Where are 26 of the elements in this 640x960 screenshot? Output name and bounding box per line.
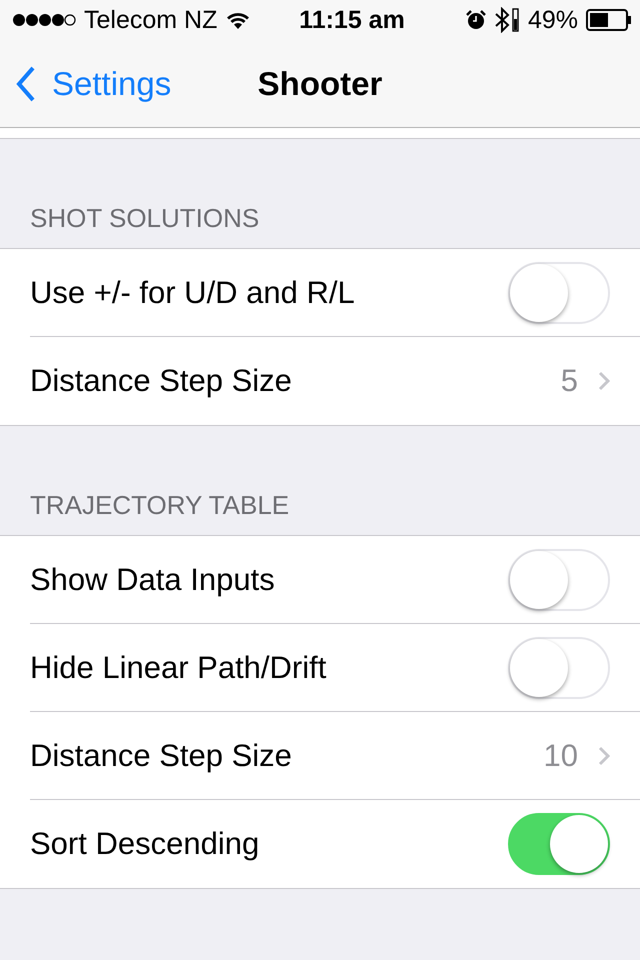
clock-time: 11:15 am: [299, 6, 405, 34]
setting-value: 5: [560, 363, 578, 399]
setting-label: Distance Step Size: [30, 363, 293, 399]
toggle-switch[interactable]: [508, 813, 610, 875]
back-button[interactable]: Settings: [0, 54, 172, 114]
battery-percent: 49%: [528, 6, 578, 34]
setting-label: Distance Step Size: [30, 738, 293, 774]
chevron-icon: [598, 746, 610, 766]
alarm-icon: [466, 10, 486, 30]
setting-value: 10: [544, 738, 578, 774]
setting-label: Hide Linear Path/Drift: [30, 650, 328, 686]
section-header: TRAJECTORY TABLE: [30, 490, 290, 521]
chevron-icon: [598, 371, 610, 391]
settings-row[interactable]: Distance Step Size 5: [30, 337, 640, 425]
section-header: SHOT SOLUTIONS: [30, 203, 260, 234]
battery-icon: [586, 9, 632, 31]
setting-label: Use +/- for U/D and R/L: [30, 274, 356, 310]
signal-icon: [12, 13, 76, 27]
screen-title: Shooter: [258, 64, 382, 102]
wifi-icon: [225, 10, 252, 30]
setting-label: Sort Descending: [30, 826, 260, 862]
setting-label: Show Data Inputs: [30, 562, 276, 598]
settings-row[interactable]: Distance Step Size 10: [30, 712, 640, 800]
carrier-name: Telecom NZ: [84, 6, 218, 34]
back-chevron-icon: [16, 66, 36, 102]
bluetooth-icon: [494, 7, 520, 33]
